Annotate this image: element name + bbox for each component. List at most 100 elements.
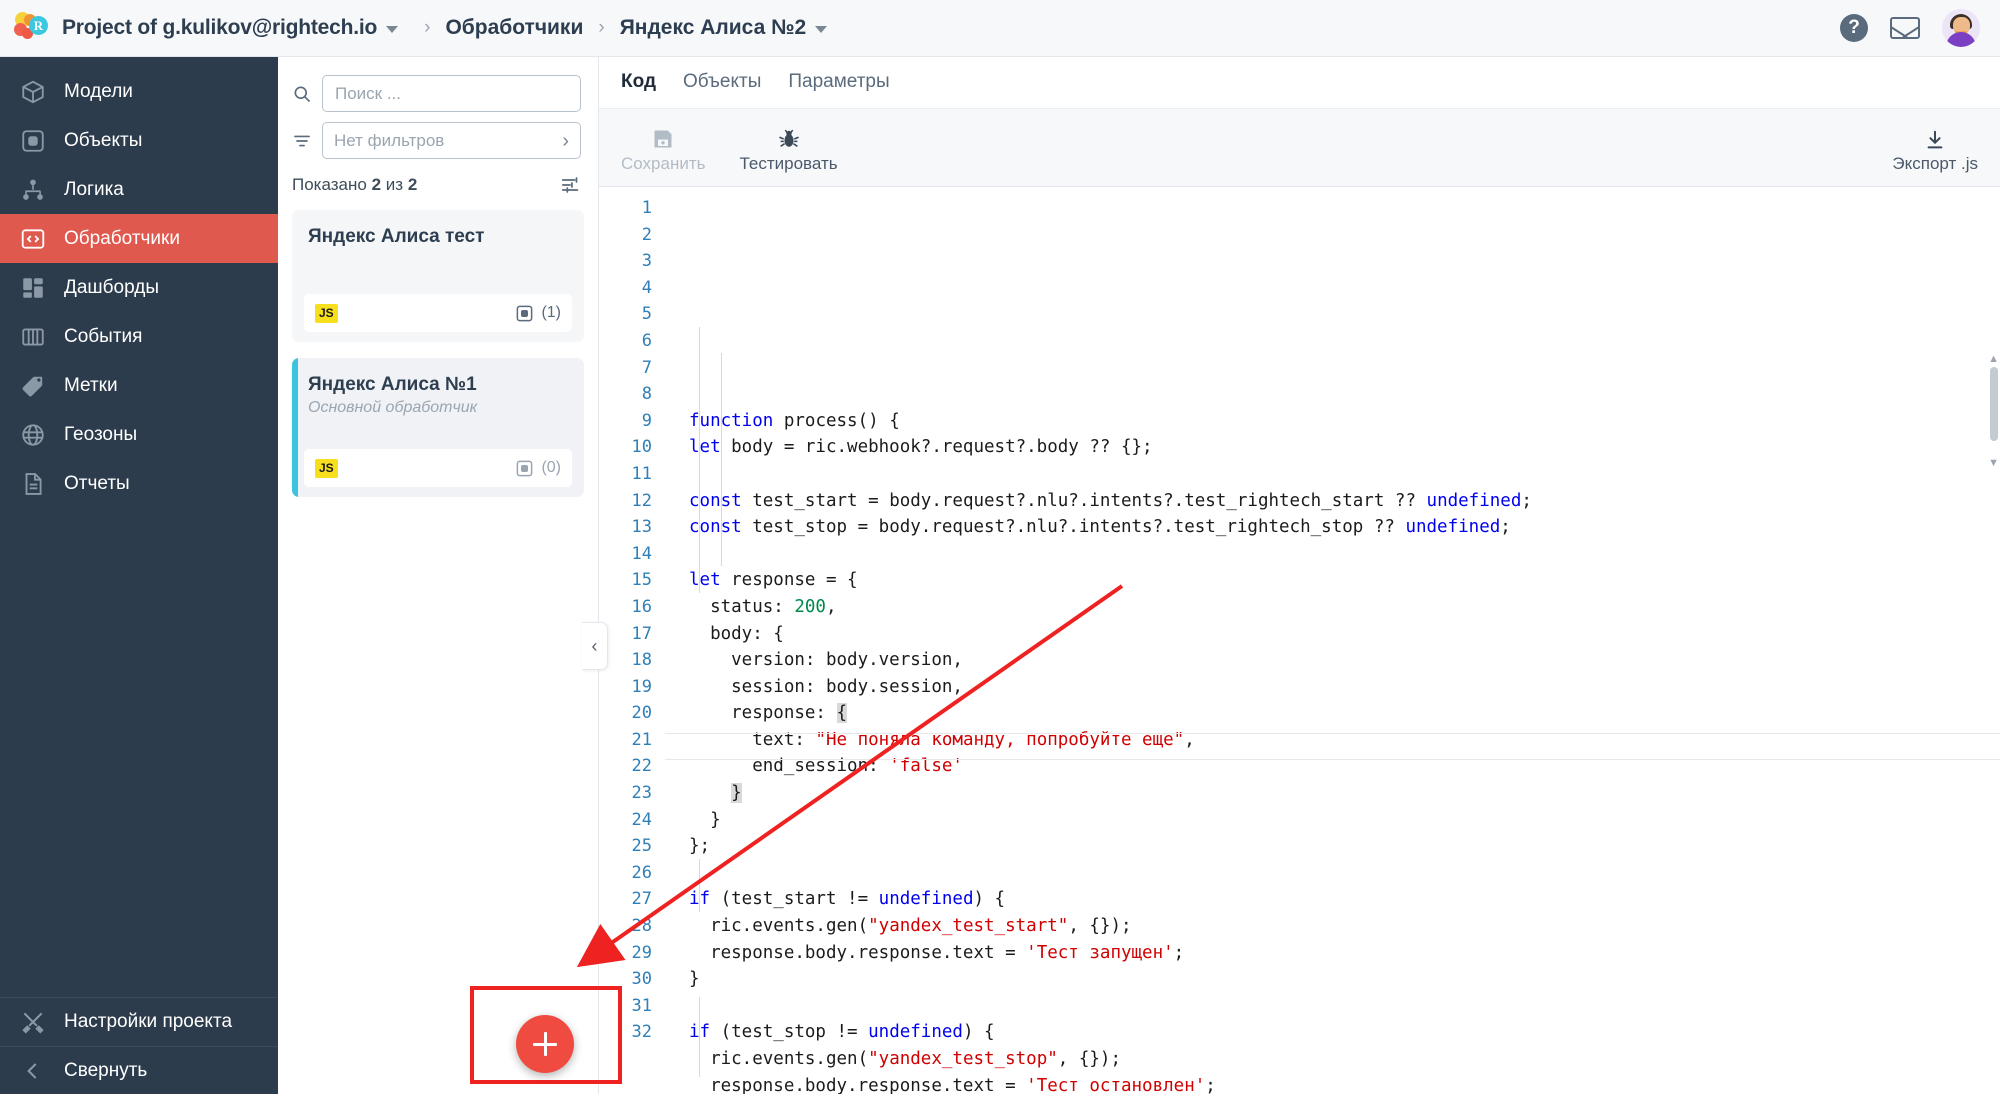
save-label: Сохранить bbox=[621, 154, 706, 173]
shown-total: 2 bbox=[407, 175, 418, 194]
dashboard-grid-icon bbox=[20, 275, 46, 301]
code-line[interactable]: session: body.session, bbox=[689, 674, 2000, 701]
shown-count-text: Показано 2 из 2 bbox=[292, 175, 417, 195]
line-number: 13 bbox=[631, 517, 652, 538]
sidebar-item-label: Свернуть bbox=[64, 1059, 148, 1081]
code-line[interactable]: response.body.response.text = 'Тест запу… bbox=[689, 940, 2000, 967]
export-js-button[interactable]: Экспорт .js bbox=[1892, 121, 1978, 174]
tab-parameters[interactable]: Параметры bbox=[788, 71, 889, 95]
panel-collapse-handle[interactable]: ‹ bbox=[582, 622, 608, 670]
sidebar-item-collapse[interactable]: Свернуть bbox=[0, 1046, 278, 1094]
filter-select[interactable]: Нет фильтров › bbox=[322, 122, 581, 159]
code-line[interactable]: let body = ric.webhook?.request?.body ??… bbox=[689, 434, 2000, 461]
code-line[interactable]: version: body.version, bbox=[689, 647, 2000, 674]
sidebar-item-events[interactable]: События bbox=[0, 312, 278, 361]
project-dropdown-caret-icon[interactable] bbox=[386, 26, 399, 33]
handler-cards: Яндекс Алиса тест JS (1) Яндекс Алиса №1… bbox=[278, 196, 598, 513]
sidebar-item-models[interactable]: Модели bbox=[0, 67, 278, 116]
help-icon[interactable]: ? bbox=[1840, 14, 1868, 42]
code-content[interactable]: function process() {let body = ric.webho… bbox=[665, 187, 2000, 1094]
sidebar: Модели Объекты Логика Обработчики Дашбор… bbox=[0, 57, 278, 1094]
sidebar-item-label: Отчеты bbox=[64, 472, 130, 494]
app-header: R Project of g.kulikov@rightech.io › Обр… bbox=[0, 0, 2000, 57]
list-item[interactable]: Яндекс Алиса №1 Основной обработчик JS (… bbox=[292, 358, 584, 497]
code-line[interactable]: ric.events.gen("yandex_test_start", {}); bbox=[689, 913, 2000, 940]
code-line[interactable] bbox=[689, 860, 2000, 887]
line-number: 22 bbox=[631, 756, 652, 777]
code-line[interactable]: }; bbox=[689, 833, 2000, 860]
line-number: 3 bbox=[641, 251, 652, 272]
list-item[interactable]: Яндекс Алиса тест JS (1) bbox=[292, 210, 584, 342]
code-line[interactable]: const test_stop = body.request?.nlu?.int… bbox=[689, 514, 2000, 541]
breadcrumb-current[interactable]: Яндекс Алиса №2 bbox=[620, 16, 807, 40]
card-objects-count: (0) bbox=[515, 459, 561, 478]
code-line[interactable]: body: { bbox=[689, 621, 2000, 648]
download-icon bbox=[1924, 125, 1946, 151]
line-number-gutter: 1 2 3 4 5 6 7 8 9 10 11 12 13 14 15 16 17 18 19 20 21 22 23 24 2… bbox=[599, 187, 665, 1094]
line-number: 2 bbox=[641, 224, 652, 245]
shown-middle: из bbox=[385, 175, 404, 194]
app-root: R Project of g.kulikov@rightech.io › Обр… bbox=[0, 0, 2000, 1094]
avatar[interactable] bbox=[1942, 9, 1980, 47]
breadcrumb-dropdown-caret-icon[interactable] bbox=[815, 26, 828, 33]
js-badge-icon: JS bbox=[315, 458, 338, 478]
sidebar-item-objects[interactable]: Объекты bbox=[0, 116, 278, 165]
tab-objects[interactable]: Объекты bbox=[683, 71, 761, 95]
sidebar-item-logic[interactable]: Логика bbox=[0, 165, 278, 214]
line-number: 5 bbox=[641, 304, 652, 325]
code-line[interactable]: let response = { bbox=[689, 567, 2000, 594]
sidebar-item-handlers[interactable]: Обработчики bbox=[0, 214, 278, 263]
card-footer: JS (1) bbox=[304, 294, 572, 332]
code-line[interactable] bbox=[689, 461, 2000, 488]
filter-placeholder: Нет фильтров bbox=[334, 130, 445, 150]
scroll-down-arrow-icon[interactable]: ▼ bbox=[1988, 457, 1999, 469]
line-number: 28 bbox=[631, 916, 652, 937]
sitemap-icon bbox=[20, 177, 46, 203]
square-dot-icon bbox=[20, 128, 46, 154]
code-line[interactable]: } bbox=[689, 966, 2000, 993]
sliders-icon[interactable] bbox=[560, 174, 582, 196]
code-line[interactable]: ric.events.gen("yandex_test_stop", {}); bbox=[689, 1046, 2000, 1073]
code-line[interactable] bbox=[689, 993, 2000, 1020]
code-line[interactable]: if (test_start != undefined) { bbox=[689, 886, 2000, 913]
search-input[interactable]: Поиск ... bbox=[322, 75, 581, 112]
code-line[interactable] bbox=[689, 541, 2000, 568]
tab-code[interactable]: Код bbox=[621, 71, 656, 95]
line-number: 26 bbox=[631, 862, 652, 883]
sidebar-item-dashboards[interactable]: Дашборды bbox=[0, 263, 278, 312]
square-dot-icon bbox=[515, 459, 534, 478]
app-logo[interactable]: R bbox=[0, 12, 62, 44]
sidebar-item-reports[interactable]: Отчеты bbox=[0, 459, 278, 508]
document-icon bbox=[20, 471, 46, 497]
save-button[interactable]: Сохранить bbox=[621, 121, 705, 174]
code-line[interactable]: response: { bbox=[689, 700, 2000, 727]
sidebar-item-project-settings[interactable]: Настройки проекта bbox=[0, 998, 278, 1046]
project-title[interactable]: Project of g.kulikov@rightech.io bbox=[62, 16, 377, 40]
sidebar-item-geozones[interactable]: Геозоны bbox=[0, 410, 278, 459]
line-number: 15 bbox=[631, 570, 652, 591]
sidebar-item-label: Метки bbox=[64, 374, 118, 396]
line-number: 27 bbox=[631, 889, 652, 910]
test-button[interactable]: Тестировать bbox=[739, 121, 838, 174]
columns-icon bbox=[20, 324, 46, 350]
floppy-disk-icon bbox=[651, 125, 675, 151]
code-line[interactable]: function process() { bbox=[689, 408, 2000, 435]
scroll-up-arrow-icon[interactable]: ▲ bbox=[1988, 353, 1999, 365]
code-line[interactable]: if (test_stop != undefined) { bbox=[689, 1019, 2000, 1046]
code-line[interactable]: } bbox=[689, 807, 2000, 834]
add-handler-button[interactable] bbox=[516, 1015, 574, 1073]
code-line[interactable]: response.body.response.text = 'Тест оста… bbox=[689, 1073, 2000, 1094]
code-line[interactable]: const test_start = body.request?.nlu?.in… bbox=[689, 488, 2000, 515]
breadcrumb-section[interactable]: Обработчики bbox=[445, 16, 583, 40]
sidebar-bottom: Настройки проекта Свернуть bbox=[0, 997, 278, 1094]
code-editor[interactable]: 1 2 3 4 5 6 7 8 9 10 11 12 13 14 15 16 17 18 19 20 21 22 23 24 2… bbox=[599, 187, 2000, 1094]
editor-scrollbar[interactable] bbox=[1990, 367, 1998, 441]
code-line[interactable]: } bbox=[689, 780, 2000, 807]
sidebar-item-label: Логика bbox=[64, 178, 124, 200]
line-number: 25 bbox=[631, 836, 652, 857]
tag-icon bbox=[20, 373, 46, 399]
mail-icon[interactable] bbox=[1890, 17, 1920, 39]
code-line[interactable]: status: 200, bbox=[689, 594, 2000, 621]
line-number: 11 bbox=[631, 463, 652, 484]
sidebar-item-labels[interactable]: Метки bbox=[0, 361, 278, 410]
